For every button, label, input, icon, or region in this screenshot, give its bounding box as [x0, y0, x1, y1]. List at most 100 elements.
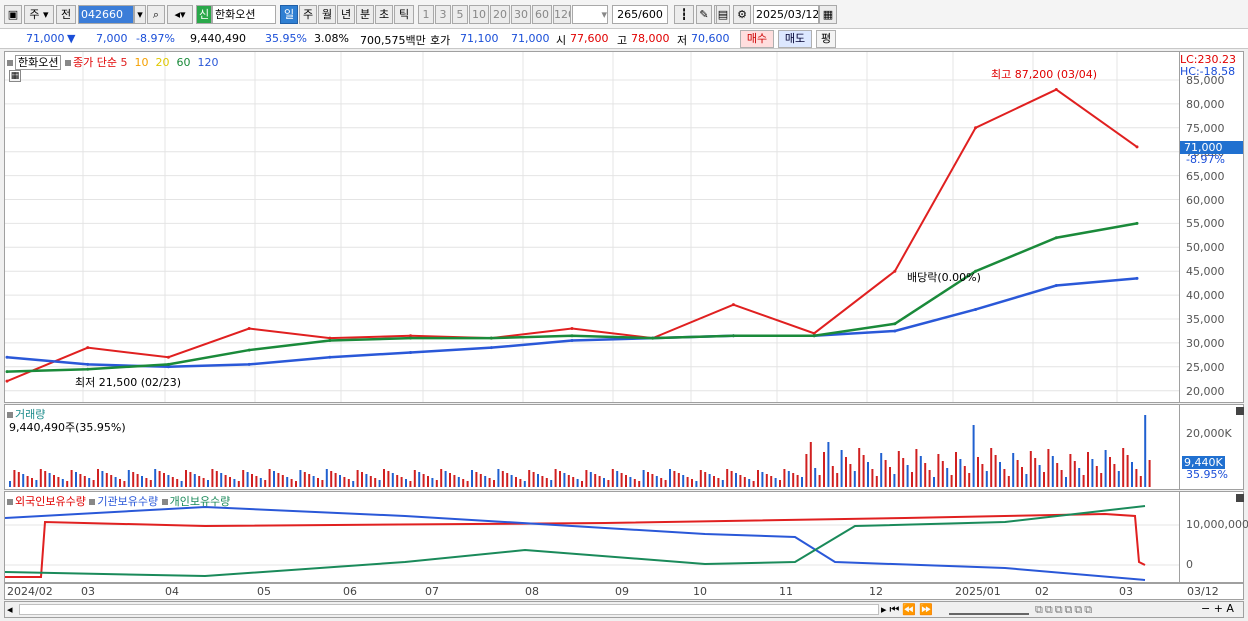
- volume-bar: [141, 476, 143, 487]
- sell-button[interactable]: 매도: [778, 30, 812, 48]
- volume-bar: [765, 474, 768, 487]
- volume-bar: [374, 478, 377, 487]
- volume-bar: [836, 473, 839, 487]
- data-point: [893, 322, 897, 326]
- gear-icon[interactable]: ⚙: [733, 5, 751, 24]
- tool-icons[interactable]: ⧉⧉⧉⧉⧉⧉: [1035, 603, 1094, 617]
- data-point: [974, 307, 978, 311]
- volume-bar: [83, 476, 86, 487]
- volume-bar: [1056, 463, 1059, 487]
- volume-bar: [193, 474, 196, 487]
- code-dropdown-icon[interactable]: ▾: [134, 5, 146, 24]
- volume-bar: [189, 472, 192, 487]
- period-week[interactable]: 주: [299, 5, 317, 24]
- calendar-icon[interactable]: ▦: [819, 5, 837, 24]
- high-label: 고: [617, 34, 628, 47]
- prev-button[interactable]: 전: [56, 5, 76, 24]
- zoom-slider[interactable]: [949, 604, 1029, 615]
- volume-bar: [171, 477, 174, 487]
- period-year[interactable]: 년: [337, 5, 355, 24]
- date-field[interactable]: 2025/03/12: [753, 5, 819, 24]
- volume-bar: [902, 458, 905, 487]
- volume-bar: [215, 471, 218, 487]
- volume-bar: [312, 476, 315, 487]
- period-minute[interactable]: 분: [356, 5, 374, 24]
- volume-bar: [321, 480, 324, 487]
- volume-bar: [576, 479, 579, 487]
- volume-bar: [831, 466, 834, 487]
- volume-bar: [378, 480, 381, 487]
- volume-bar: [264, 480, 267, 487]
- draw-icon[interactable]: ✎: [696, 5, 712, 24]
- volume-bar: [66, 481, 69, 487]
- scrollbar[interactable]: ◂ ▸⏮⏪⏩ ⧉⧉⧉⧉⧉⧉ − + A: [4, 601, 1244, 618]
- scroll-thumb[interactable]: [19, 604, 879, 615]
- close-pane-icon[interactable]: [1236, 407, 1244, 415]
- volume-bar: [1122, 448, 1125, 487]
- volume-bar: [88, 478, 91, 487]
- volume-bar: [488, 478, 491, 487]
- interval-5[interactable]: 5: [452, 5, 468, 24]
- volume-bar: [391, 473, 394, 487]
- candle-icon[interactable]: ┇: [674, 5, 694, 24]
- interval-20[interactable]: 20: [490, 5, 510, 24]
- volume-bar: [686, 477, 689, 487]
- volume-bar: [383, 469, 385, 487]
- data-point: [489, 346, 493, 350]
- save-icon[interactable]: ▤: [716, 5, 730, 24]
- volume-bar: [783, 469, 786, 487]
- playback-icons[interactable]: ▸⏮⏪⏩: [881, 603, 936, 617]
- x-label-6: 08: [525, 585, 539, 598]
- volume-bar: [682, 475, 685, 487]
- count-field[interactable]: 265/600: [612, 5, 668, 24]
- period-month[interactable]: 월: [318, 5, 336, 24]
- institution-line: [5, 505, 1146, 581]
- volume-chart: [9, 415, 1151, 487]
- volume-bar: [779, 480, 781, 487]
- volume-bar: [352, 481, 355, 487]
- open-price: 77,600: [570, 32, 609, 45]
- zoom-icons[interactable]: − + A: [1201, 602, 1234, 615]
- interval-120[interactable]: 120: [553, 5, 571, 24]
- period-second[interactable]: 초: [375, 5, 393, 24]
- volume-bar: [620, 473, 623, 487]
- holding-pane[interactable]: 외국인보유수량 기관보유수량 개인보유수량: [4, 491, 1180, 583]
- price-tick: 60,000: [1186, 193, 1225, 207]
- period-tick[interactable]: 틱: [394, 5, 414, 24]
- search-icon[interactable]: ⌕: [147, 5, 165, 24]
- period-day[interactable]: 일: [280, 5, 298, 24]
- volume-bar: [735, 473, 737, 487]
- sound-icon[interactable]: ◂▾: [167, 5, 193, 24]
- volume-bar: [541, 476, 544, 487]
- buy-button[interactable]: 매수: [740, 30, 774, 48]
- code-input[interactable]: 042660: [78, 5, 134, 24]
- price-tick: 35,000: [1186, 313, 1225, 326]
- interval-60[interactable]: 60: [532, 5, 552, 24]
- volume-bar: [559, 471, 561, 487]
- scroll-left-icon[interactable]: ◂: [7, 603, 13, 616]
- volume-bar: [941, 461, 944, 487]
- price-pane[interactable]: 한화오션 종가 단순 5 10 20 60 120 ▦ 최고 87,200 (0…: [4, 51, 1180, 403]
- volume-bar: [581, 481, 583, 487]
- interval-10[interactable]: 10: [469, 5, 489, 24]
- volume-bar: [629, 477, 632, 487]
- price-tick: 25,000: [1186, 360, 1225, 374]
- table-icon[interactable]: ▦: [9, 70, 21, 82]
- interval-30[interactable]: 30: [511, 5, 531, 24]
- volume-bar: [1007, 476, 1010, 487]
- close-pane-icon-2[interactable]: [1236, 494, 1244, 502]
- volume-bar: [75, 472, 77, 487]
- interval-3[interactable]: 3: [435, 5, 451, 24]
- window-icon[interactable]: ▣: [4, 5, 22, 24]
- volume-bar: [1139, 476, 1142, 487]
- market-select[interactable]: 주 ▾: [24, 5, 54, 24]
- volume-bar: [259, 478, 262, 487]
- volume-pane[interactable]: 거래량 9,440,490주(35.95%): [4, 404, 1180, 490]
- volume-bar: [149, 480, 152, 487]
- volume-bar: [651, 474, 654, 487]
- volume-bar: [1126, 455, 1129, 487]
- interval-dropdown[interactable]: ▾: [572, 5, 608, 24]
- avg-button[interactable]: 평: [816, 30, 836, 48]
- volume-bar: [928, 470, 931, 487]
- interval-1[interactable]: 1: [418, 5, 434, 24]
